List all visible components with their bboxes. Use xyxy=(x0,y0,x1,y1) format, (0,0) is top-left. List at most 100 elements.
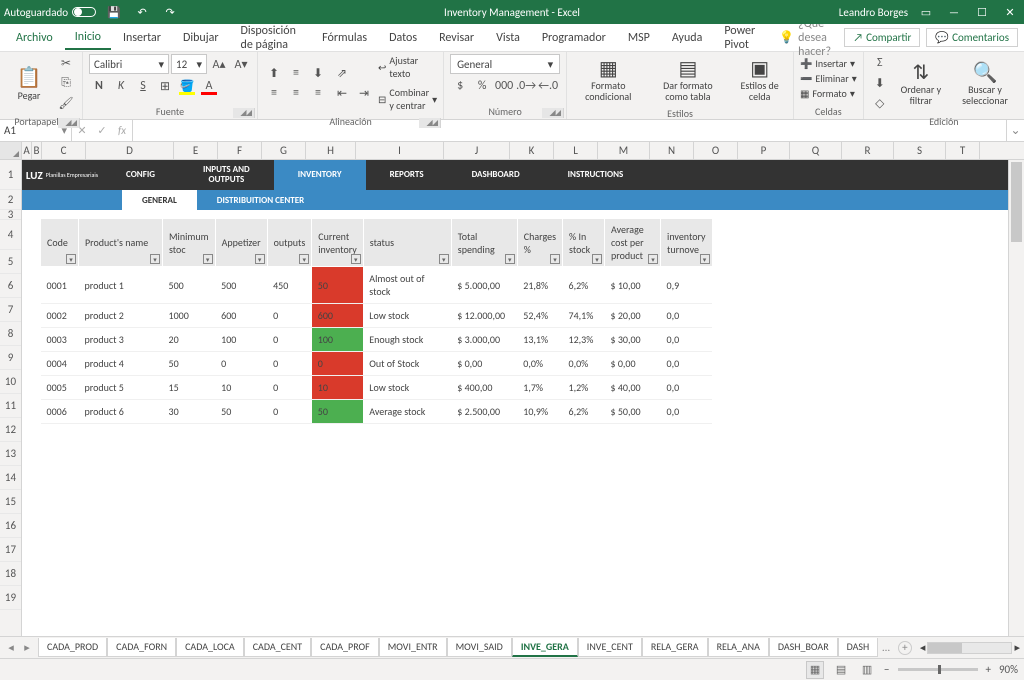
ribbon-options-icon[interactable]: ▭ xyxy=(916,2,936,22)
column-header[interactable]: J xyxy=(444,142,510,159)
autosum-icon[interactable]: Σ xyxy=(870,54,890,72)
align-center-icon[interactable]: ≡ xyxy=(286,84,306,102)
column-header[interactable]: P xyxy=(738,142,790,159)
filter-icon[interactable]: ▾ xyxy=(203,254,213,264)
table-cell[interactable]: $ 400,00 xyxy=(451,376,517,400)
merge-center-button[interactable]: ⊟Combinar y centrar▾ xyxy=(378,86,437,112)
table-cell[interactable]: $ 0,00 xyxy=(605,352,661,376)
column-header[interactable]: A xyxy=(22,142,32,159)
column-header[interactable]: Q xyxy=(790,142,842,159)
row-header[interactable]: 10 xyxy=(0,370,21,394)
page-layout-view-icon[interactable]: ▤ xyxy=(832,661,850,679)
fill-color-button[interactable]: 🪣 xyxy=(177,77,197,95)
autosave-toggle[interactable]: Autoguardado xyxy=(4,6,96,19)
table-cell[interactable]: 50 xyxy=(163,352,216,376)
row-header[interactable]: 18 xyxy=(0,562,21,586)
column-header[interactable]: F xyxy=(218,142,262,159)
table-header[interactable]: Minimum stoc▾ xyxy=(163,219,216,267)
table-cell[interactable]: 1,7% xyxy=(517,376,562,400)
sheet-tab-cada_cent[interactable]: CADA_CENT xyxy=(244,638,311,657)
tab-home[interactable]: Inicio xyxy=(65,26,111,50)
table-header[interactable]: % In stock▾ xyxy=(563,219,605,267)
table-cell[interactable]: 1000 xyxy=(163,304,216,328)
tab-help[interactable]: Ayuda xyxy=(662,27,713,49)
find-select-button[interactable]: 🔍Buscar y seleccionar xyxy=(952,58,1018,108)
align-top-icon[interactable]: ⬆ xyxy=(264,64,284,82)
table-cell[interactable]: $ 10,00 xyxy=(605,267,661,304)
zoom-out-button[interactable]: − xyxy=(884,663,889,676)
table-cell[interactable]: $ 40,00 xyxy=(605,376,661,400)
column-header[interactable]: B xyxy=(32,142,42,159)
currency-icon[interactable]: $ xyxy=(450,77,470,95)
row-header[interactable]: 5 xyxy=(0,250,21,274)
sheet-nav-next-icon[interactable]: ▸ xyxy=(20,641,34,654)
user-name[interactable]: Leandro Borges xyxy=(839,6,908,19)
table-cell[interactable]: 0,0 xyxy=(661,400,713,424)
filter-icon[interactable]: ▾ xyxy=(700,254,710,264)
nav-tab-instructions[interactable]: INSTRUCTIONS xyxy=(544,160,648,190)
table-cell[interactable]: Out of Stock xyxy=(363,352,451,376)
clear-icon[interactable]: ◇ xyxy=(870,94,890,112)
add-sheet-button[interactable]: + xyxy=(898,641,912,655)
zoom-level[interactable]: 90% xyxy=(999,663,1018,676)
column-header[interactable]: I xyxy=(356,142,444,159)
table-header[interactable]: Average cost per product▾ xyxy=(605,219,661,267)
bold-button[interactable]: N xyxy=(89,77,109,95)
tab-layout[interactable]: Disposición de página xyxy=(231,20,311,56)
number-format-select[interactable]: General▾ xyxy=(450,54,560,74)
enter-formula-icon[interactable]: ✓ xyxy=(92,120,112,141)
percent-icon[interactable]: % xyxy=(472,77,492,95)
table-cell[interactable]: Average stock xyxy=(363,400,451,424)
table-cell[interactable]: $ 0,00 xyxy=(451,352,517,376)
wrap-text-button[interactable]: ↩Ajustar texto xyxy=(378,54,437,80)
table-cell[interactable]: Enough stock xyxy=(363,328,451,352)
row-header[interactable]: 12 xyxy=(0,418,21,442)
select-all-corner[interactable] xyxy=(0,142,22,159)
row-header[interactable]: 11 xyxy=(0,394,21,418)
column-header[interactable]: G xyxy=(262,142,306,159)
comments-button[interactable]: 💬Comentarios xyxy=(926,28,1018,47)
column-header[interactable]: H xyxy=(306,142,356,159)
tab-powerpivot[interactable]: Power Pivot xyxy=(714,20,767,56)
tab-view[interactable]: Vista xyxy=(486,27,530,49)
table-cell[interactable]: $ 50,00 xyxy=(605,400,661,424)
sheet-tab-rela_ana[interactable]: RELA_ANA xyxy=(708,638,769,657)
table-cell[interactable]: Low stock xyxy=(363,304,451,328)
filter-icon[interactable]: ▾ xyxy=(592,254,602,264)
table-header[interactable]: Product's name▾ xyxy=(79,219,163,267)
comma-icon[interactable]: 000 xyxy=(494,77,514,95)
table-cell[interactable]: Low stock xyxy=(363,376,451,400)
conditional-format-button[interactable]: ▦Formato condicional xyxy=(573,54,643,104)
column-header[interactable]: M xyxy=(598,142,650,159)
sheet-tab-cada_forn[interactable]: CADA_FORN xyxy=(107,638,176,657)
decrease-decimal-icon[interactable]: ←.0 xyxy=(538,77,558,95)
tab-data[interactable]: Datos xyxy=(379,27,427,49)
table-cell[interactable]: 500 xyxy=(215,267,267,304)
fill-icon[interactable]: ⬇ xyxy=(870,74,890,92)
table-cell[interactable]: 50 xyxy=(215,400,267,424)
align-right-icon[interactable]: ≡ xyxy=(308,84,328,102)
table-cell[interactable]: product 1 xyxy=(79,267,163,304)
copy-icon[interactable]: ⎘ xyxy=(56,74,76,92)
nav-tab-config[interactable]: CONFIG xyxy=(102,160,179,190)
format-cells-button[interactable]: ▦Formato▾ xyxy=(800,87,857,100)
table-cell[interactable]: 600 xyxy=(312,304,364,328)
nav-tab-inputs-and-outputs[interactable]: INPUTS ANDOUTPUTS xyxy=(179,160,274,190)
filter-icon[interactable]: ▾ xyxy=(299,254,309,264)
table-cell[interactable]: 0 xyxy=(215,352,267,376)
cell-styles-button[interactable]: ▣Estilos de celda xyxy=(732,54,787,104)
increase-indent-icon[interactable]: ⇥ xyxy=(354,84,374,102)
sheet-tab-dash_boar[interactable]: DASH_BOAR xyxy=(769,638,838,657)
row-header[interactable]: 13 xyxy=(0,442,21,466)
table-cell[interactable]: 0,0% xyxy=(563,352,605,376)
paste-button[interactable]: 📋 Pegar xyxy=(6,64,52,103)
table-cell[interactable]: 74,1% xyxy=(563,304,605,328)
table-cell[interactable]: 10 xyxy=(215,376,267,400)
table-cell[interactable]: 100 xyxy=(312,328,364,352)
sheet-nav-prev-icon[interactable]: ◂ xyxy=(4,641,18,654)
save-icon[interactable]: 💾 xyxy=(104,2,124,22)
format-painter-icon[interactable]: 🖌 xyxy=(56,94,76,112)
tab-draw[interactable]: Dibujar xyxy=(173,27,229,49)
table-cell[interactable]: 6,2% xyxy=(563,267,605,304)
table-cell[interactable]: $ 5.000,00 xyxy=(451,267,517,304)
